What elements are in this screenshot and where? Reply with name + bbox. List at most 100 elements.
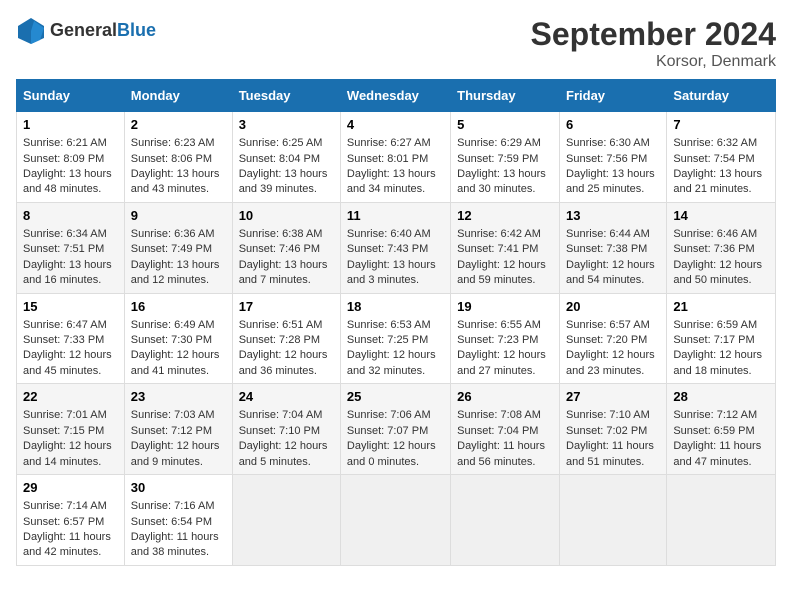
day-number: 29	[23, 479, 118, 497]
day-info: Sunrise: 6:40 AMSunset: 7:43 PMDaylight:…	[347, 228, 436, 286]
day-info: Sunrise: 6:27 AMSunset: 8:01 PMDaylight:…	[347, 137, 436, 195]
day-number: 16	[131, 298, 226, 316]
calendar-cell: 8 Sunrise: 6:34 AMSunset: 7:51 PMDayligh…	[17, 202, 125, 293]
day-info: Sunrise: 6:49 AMSunset: 7:30 PMDaylight:…	[131, 319, 220, 377]
day-number: 30	[131, 479, 226, 497]
logo-general: General	[50, 20, 117, 40]
calendar-cell: 11 Sunrise: 6:40 AMSunset: 7:43 PMDaylig…	[340, 202, 450, 293]
day-info: Sunrise: 7:16 AMSunset: 6:54 PMDaylight:…	[131, 500, 219, 558]
calendar-title: September 2024	[531, 16, 776, 53]
header-day: Tuesday	[232, 80, 340, 112]
day-number: 3	[239, 116, 334, 134]
header-row: SundayMondayTuesdayWednesdayThursdayFrid…	[17, 80, 776, 112]
day-number: 14	[673, 207, 769, 225]
calendar-cell: 16 Sunrise: 6:49 AMSunset: 7:30 PMDaylig…	[124, 293, 232, 384]
day-number: 15	[23, 298, 118, 316]
day-number: 10	[239, 207, 334, 225]
calendar-cell: 5 Sunrise: 6:29 AMSunset: 7:59 PMDayligh…	[451, 112, 560, 203]
day-info: Sunrise: 7:03 AMSunset: 7:12 PMDaylight:…	[131, 409, 220, 467]
day-info: Sunrise: 6:32 AMSunset: 7:54 PMDaylight:…	[673, 137, 762, 195]
day-info: Sunrise: 7:14 AMSunset: 6:57 PMDaylight:…	[23, 500, 111, 558]
day-info: Sunrise: 6:51 AMSunset: 7:28 PMDaylight:…	[239, 319, 328, 377]
calendar-table: SundayMondayTuesdayWednesdayThursdayFrid…	[16, 79, 776, 566]
day-number: 4	[347, 116, 444, 134]
calendar-cell: 14 Sunrise: 6:46 AMSunset: 7:36 PMDaylig…	[667, 202, 776, 293]
day-number: 18	[347, 298, 444, 316]
calendar-cell: 17 Sunrise: 6:51 AMSunset: 7:28 PMDaylig…	[232, 293, 340, 384]
calendar-week-row: 15 Sunrise: 6:47 AMSunset: 7:33 PMDaylig…	[17, 293, 776, 384]
day-number: 5	[457, 116, 553, 134]
day-number: 8	[23, 207, 118, 225]
day-info: Sunrise: 6:46 AMSunset: 7:36 PMDaylight:…	[673, 228, 762, 286]
day-info: Sunrise: 6:29 AMSunset: 7:59 PMDaylight:…	[457, 137, 546, 195]
calendar-cell	[667, 475, 776, 566]
day-number: 9	[131, 207, 226, 225]
calendar-cell: 7 Sunrise: 6:32 AMSunset: 7:54 PMDayligh…	[667, 112, 776, 203]
calendar-cell: 25 Sunrise: 7:06 AMSunset: 7:07 PMDaylig…	[340, 384, 450, 475]
day-number: 6	[566, 116, 660, 134]
logo-icon	[16, 16, 46, 46]
calendar-cell: 18 Sunrise: 6:53 AMSunset: 7:25 PMDaylig…	[340, 293, 450, 384]
day-info: Sunrise: 7:04 AMSunset: 7:10 PMDaylight:…	[239, 409, 328, 467]
calendar-cell: 27 Sunrise: 7:10 AMSunset: 7:02 PMDaylig…	[560, 384, 667, 475]
calendar-cell: 21 Sunrise: 6:59 AMSunset: 7:17 PMDaylig…	[667, 293, 776, 384]
calendar-cell: 26 Sunrise: 7:08 AMSunset: 7:04 PMDaylig…	[451, 384, 560, 475]
day-info: Sunrise: 7:12 AMSunset: 6:59 PMDaylight:…	[673, 409, 761, 467]
calendar-cell: 30 Sunrise: 7:16 AMSunset: 6:54 PMDaylig…	[124, 475, 232, 566]
header-day: Monday	[124, 80, 232, 112]
calendar-cell: 24 Sunrise: 7:04 AMSunset: 7:10 PMDaylig…	[232, 384, 340, 475]
day-info: Sunrise: 6:21 AMSunset: 8:09 PMDaylight:…	[23, 137, 112, 195]
day-number: 28	[673, 388, 769, 406]
day-info: Sunrise: 6:57 AMSunset: 7:20 PMDaylight:…	[566, 319, 655, 377]
calendar-week-row: 22 Sunrise: 7:01 AMSunset: 7:15 PMDaylig…	[17, 384, 776, 475]
header-day: Friday	[560, 80, 667, 112]
day-number: 24	[239, 388, 334, 406]
day-number: 22	[23, 388, 118, 406]
calendar-cell: 9 Sunrise: 6:36 AMSunset: 7:49 PMDayligh…	[124, 202, 232, 293]
logo-blue: Blue	[117, 20, 156, 40]
day-info: Sunrise: 6:30 AMSunset: 7:56 PMDaylight:…	[566, 137, 655, 195]
calendar-cell	[340, 475, 450, 566]
calendar-cell: 19 Sunrise: 6:55 AMSunset: 7:23 PMDaylig…	[451, 293, 560, 384]
day-number: 7	[673, 116, 769, 134]
calendar-cell: 28 Sunrise: 7:12 AMSunset: 6:59 PMDaylig…	[667, 384, 776, 475]
day-info: Sunrise: 7:08 AMSunset: 7:04 PMDaylight:…	[457, 409, 545, 467]
day-info: Sunrise: 6:36 AMSunset: 7:49 PMDaylight:…	[131, 228, 220, 286]
day-number: 2	[131, 116, 226, 134]
calendar-week-row: 1 Sunrise: 6:21 AMSunset: 8:09 PMDayligh…	[17, 112, 776, 203]
calendar-cell	[451, 475, 560, 566]
calendar-cell: 29 Sunrise: 7:14 AMSunset: 6:57 PMDaylig…	[17, 475, 125, 566]
calendar-cell: 6 Sunrise: 6:30 AMSunset: 7:56 PMDayligh…	[560, 112, 667, 203]
calendar-cell: 1 Sunrise: 6:21 AMSunset: 8:09 PMDayligh…	[17, 112, 125, 203]
day-info: Sunrise: 6:44 AMSunset: 7:38 PMDaylight:…	[566, 228, 655, 286]
day-info: Sunrise: 6:23 AMSunset: 8:06 PMDaylight:…	[131, 137, 220, 195]
day-info: Sunrise: 6:38 AMSunset: 7:46 PMDaylight:…	[239, 228, 328, 286]
calendar-cell	[560, 475, 667, 566]
header-day: Sunday	[17, 80, 125, 112]
page-header: GeneralBlue September 2024 Korsor, Denma…	[16, 16, 776, 71]
day-info: Sunrise: 6:47 AMSunset: 7:33 PMDaylight:…	[23, 319, 112, 377]
calendar-cell: 20 Sunrise: 6:57 AMSunset: 7:20 PMDaylig…	[560, 293, 667, 384]
day-info: Sunrise: 7:10 AMSunset: 7:02 PMDaylight:…	[566, 409, 654, 467]
day-info: Sunrise: 6:42 AMSunset: 7:41 PMDaylight:…	[457, 228, 546, 286]
day-number: 21	[673, 298, 769, 316]
day-number: 20	[566, 298, 660, 316]
day-info: Sunrise: 6:25 AMSunset: 8:04 PMDaylight:…	[239, 137, 328, 195]
calendar-cell: 10 Sunrise: 6:38 AMSunset: 7:46 PMDaylig…	[232, 202, 340, 293]
day-number: 26	[457, 388, 553, 406]
calendar-cell: 13 Sunrise: 6:44 AMSunset: 7:38 PMDaylig…	[560, 202, 667, 293]
day-info: Sunrise: 6:34 AMSunset: 7:51 PMDaylight:…	[23, 228, 112, 286]
day-info: Sunrise: 6:59 AMSunset: 7:17 PMDaylight:…	[673, 319, 762, 377]
day-info: Sunrise: 6:55 AMSunset: 7:23 PMDaylight:…	[457, 319, 546, 377]
calendar-week-row: 8 Sunrise: 6:34 AMSunset: 7:51 PMDayligh…	[17, 202, 776, 293]
header-day: Wednesday	[340, 80, 450, 112]
day-info: Sunrise: 7:06 AMSunset: 7:07 PMDaylight:…	[347, 409, 436, 467]
day-info: Sunrise: 7:01 AMSunset: 7:15 PMDaylight:…	[23, 409, 112, 467]
day-number: 25	[347, 388, 444, 406]
calendar-cell: 12 Sunrise: 6:42 AMSunset: 7:41 PMDaylig…	[451, 202, 560, 293]
calendar-cell: 23 Sunrise: 7:03 AMSunset: 7:12 PMDaylig…	[124, 384, 232, 475]
header-day: Thursday	[451, 80, 560, 112]
day-number: 17	[239, 298, 334, 316]
calendar-cell	[232, 475, 340, 566]
day-number: 1	[23, 116, 118, 134]
